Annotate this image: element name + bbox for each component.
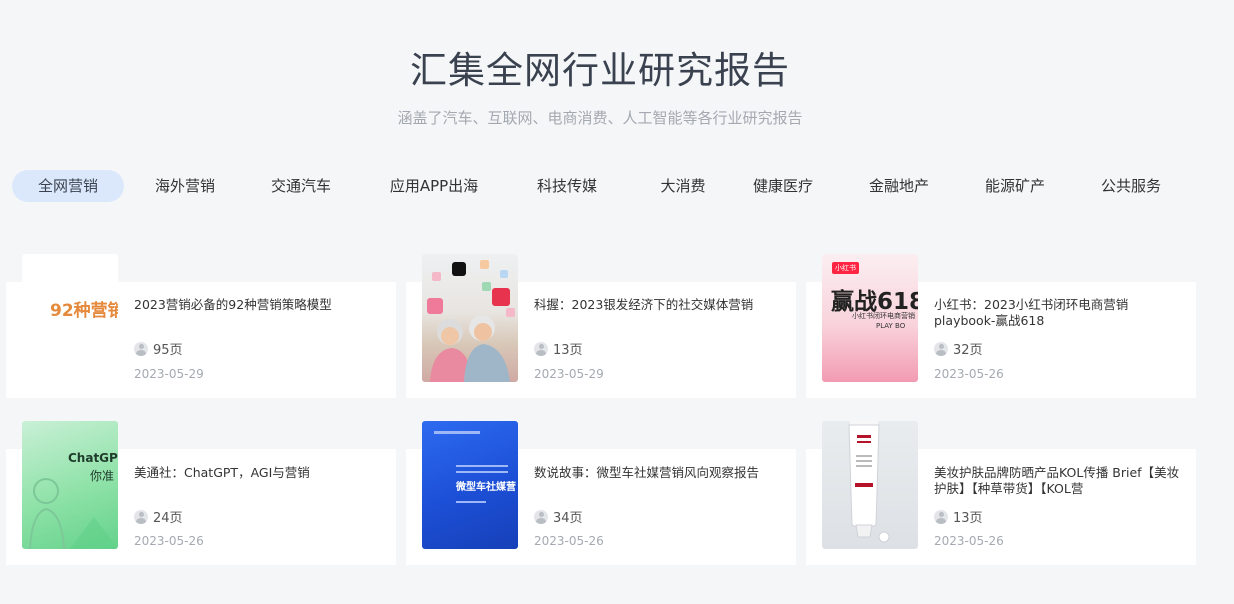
cover-sub: 小红书闭环电商营销: [852, 312, 915, 320]
user-icon: [534, 341, 548, 356]
report-date: 2023-05-26: [934, 367, 1004, 381]
cover-lines: [456, 501, 486, 503]
report-title[interactable]: 数说故事：微型车社媒营销风向观察报告: [534, 465, 784, 481]
tab-交通汽车[interactable]: 交通汽车: [246, 170, 356, 202]
user-icon: [934, 341, 948, 356]
cover-badge: 小红书: [832, 262, 859, 274]
tab-金融地产[interactable]: 金融地产: [844, 170, 954, 202]
tab-科技传媒[interactable]: 科技传媒: [512, 170, 622, 202]
report-pages: 13页: [934, 507, 983, 526]
tab-大消费[interactable]: 大消费: [628, 170, 738, 202]
tab-公共服务[interactable]: 公共服务: [1076, 170, 1186, 202]
report-title[interactable]: 美通社：ChatGPT，AGI与营销: [134, 465, 384, 481]
report-pages: 34页: [534, 507, 583, 526]
report-date: 2023-05-26: [934, 534, 1004, 548]
pages-count: 34页: [553, 511, 583, 526]
report-title[interactable]: 小红书：2023小红书闭环电商营销playbook-赢战618: [934, 297, 1184, 329]
pages-count: 24页: [153, 511, 183, 526]
pages-count: 95页: [153, 343, 183, 358]
report-title[interactable]: 美妆护肤品牌防晒产品KOL传播 Brief【美妆护肤】【种草带货】【KOL营: [934, 465, 1184, 497]
category-tabs: 全网营销 海外营销 交通汽车 应用APP出海 科技传媒 大消费 健康医疗 金融地…: [12, 170, 1212, 202]
hero-subtitle: 涵盖了汽车、互联网、电商消费、人工智能等各行业研究报告: [397, 109, 803, 127]
user-icon: [534, 509, 548, 524]
cover-lines: [456, 465, 508, 467]
pages-count: 32页: [953, 343, 983, 358]
report-date: 2023-05-26: [134, 534, 204, 548]
report-pages: 95页: [134, 339, 183, 358]
tab-能源矿产[interactable]: 能源矿产: [960, 170, 1070, 202]
user-icon: [134, 509, 148, 524]
pages-count: 13页: [953, 511, 983, 526]
robot-illustration: [29, 478, 118, 549]
report-date: 2023-05-29: [134, 367, 204, 381]
report-cover[interactable]: [822, 421, 918, 549]
sunscreen-tube-illustration: [848, 421, 890, 543]
user-icon: [134, 341, 148, 356]
report-cover[interactable]: 微型车社媒营: [422, 421, 518, 549]
elderly-couple-illustration: [427, 260, 515, 382]
report-pages: 13页: [534, 339, 583, 358]
cover-text: 92种营销: [50, 301, 118, 321]
report-cover[interactable]: 小红书 赢战618 小红书闭环电商营销 PLAY BO: [822, 254, 918, 382]
report-cover[interactable]: ChatGPT 你准: [22, 421, 118, 549]
report-title[interactable]: 2023营销必备的92种营销策略模型: [134, 297, 384, 313]
cover-lines: [456, 471, 508, 473]
tab-海外营销[interactable]: 海外营销: [130, 170, 240, 202]
cover-sub2: PLAY BO: [876, 322, 906, 330]
tab-全网营销[interactable]: 全网营销: [12, 170, 124, 202]
report-pages: 32页: [934, 339, 983, 358]
cover-lines: [434, 431, 480, 434]
report-date: 2023-05-29: [534, 367, 604, 381]
report-date: 2023-05-26: [534, 534, 604, 548]
hero-title: 汇集全网行业研究报告: [410, 49, 790, 92]
pages-count: 13页: [553, 343, 583, 358]
cover-text: 微型车社媒营: [456, 482, 516, 493]
tab-应用APP出海[interactable]: 应用APP出海: [374, 170, 494, 202]
user-icon: [934, 509, 948, 524]
report-pages: 24页: [134, 507, 183, 526]
report-cover[interactable]: [422, 254, 518, 382]
report-cover[interactable]: 92种营销: [22, 254, 118, 382]
report-title[interactable]: 科握：2023银发经济下的社交媒体营销: [534, 297, 784, 313]
tab-健康医疗[interactable]: 健康医疗: [728, 170, 838, 202]
